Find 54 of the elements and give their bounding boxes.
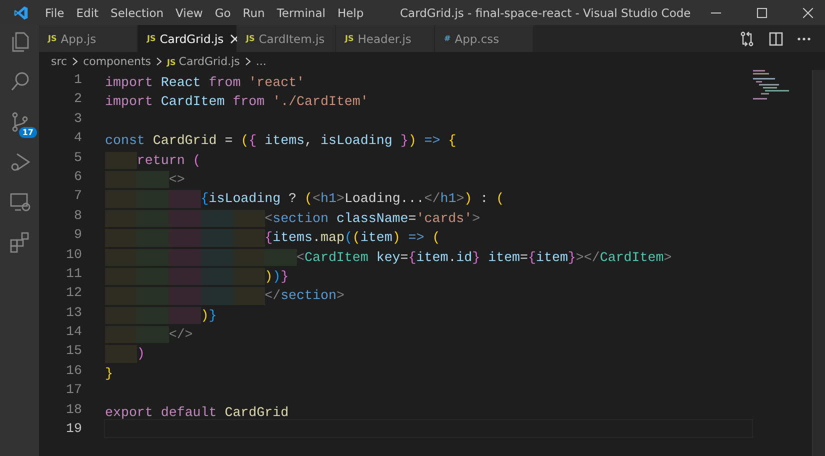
line-number: 19 [65,420,83,438]
line-number: 18 [65,400,83,419]
menu-item[interactable]: Help [331,6,370,20]
line-number: 10 [65,246,83,264]
menu-item[interactable]: Run [236,6,271,20]
code-line: import React from 'react' [105,74,305,92]
code-line: ) [105,345,145,363]
editor-tab[interactable]: JS App.js [39,25,137,52]
breadcrumb-item[interactable]: components [83,54,152,68]
line-number: 6 [73,168,83,186]
breadcrumb-item[interactable]: JS CardGrid.js [167,54,240,68]
code-line: <> [105,170,185,188]
line-number: 7 [73,187,83,206]
line-number: 16 [65,362,83,380]
code-line: <section className='cards'> [105,210,480,228]
window-title: CardGrid.js - final-space-react - Visual Studio Code [400,6,691,20]
menu-item[interactable]: View [170,6,209,20]
line-number: 12 [65,284,83,302]
menu-item[interactable]: File [39,6,70,20]
menu-item[interactable]: Selection [104,6,170,20]
menu-item[interactable]: Edit [70,6,105,20]
line-number: 8 [73,206,83,225]
editor-tab[interactable]: # App.css [435,25,533,52]
line-number: 5 [73,148,83,167]
line-number: 4 [73,129,83,148]
code-line: ))} [105,268,289,286]
code-line: <CardItem key={item.id} item={item}></CardItem> [105,248,672,266]
line-number: 14 [65,323,83,342]
editor-tab[interactable]: JS CardItem.js [237,25,335,52]
breadcrumb-item[interactable]: ... [256,54,266,68]
code-line: export default CardGrid [105,404,289,422]
code-line: import CardItem from './CardItem' [105,93,368,111]
line-number: 3 [73,110,83,128]
code-line: } [105,364,113,382]
editor-tab[interactable]: JS Header.js [336,25,434,52]
editor-tab[interactable]: JS CardGrid.js [138,25,236,52]
menu-item[interactable]: Terminal [270,6,332,20]
code-line: return ( [105,152,201,169]
breadcrumb-item[interactable]: src [51,54,68,68]
line-number: 9 [73,226,83,244]
code-line: )} [105,306,217,324]
line-number: 15 [65,342,83,360]
code-line: const CardGrid = ({ items, isLoading }) => { [105,132,456,150]
code-line: </> [105,326,193,344]
line-number: 13 [65,304,83,322]
line-number: 1 [73,71,83,89]
line-number: 2 [73,90,83,108]
line-number: 17 [65,381,83,400]
badge: 17 [19,127,36,138]
code-line: </section> [105,287,344,305]
code-line: {isLoading ? (<h1>Loading...</h1>) : ( [105,190,504,208]
line-number: 11 [65,264,83,283]
code-line: {items.map((item) => ( [105,229,440,247]
menu-item[interactable]: Go [208,6,237,20]
